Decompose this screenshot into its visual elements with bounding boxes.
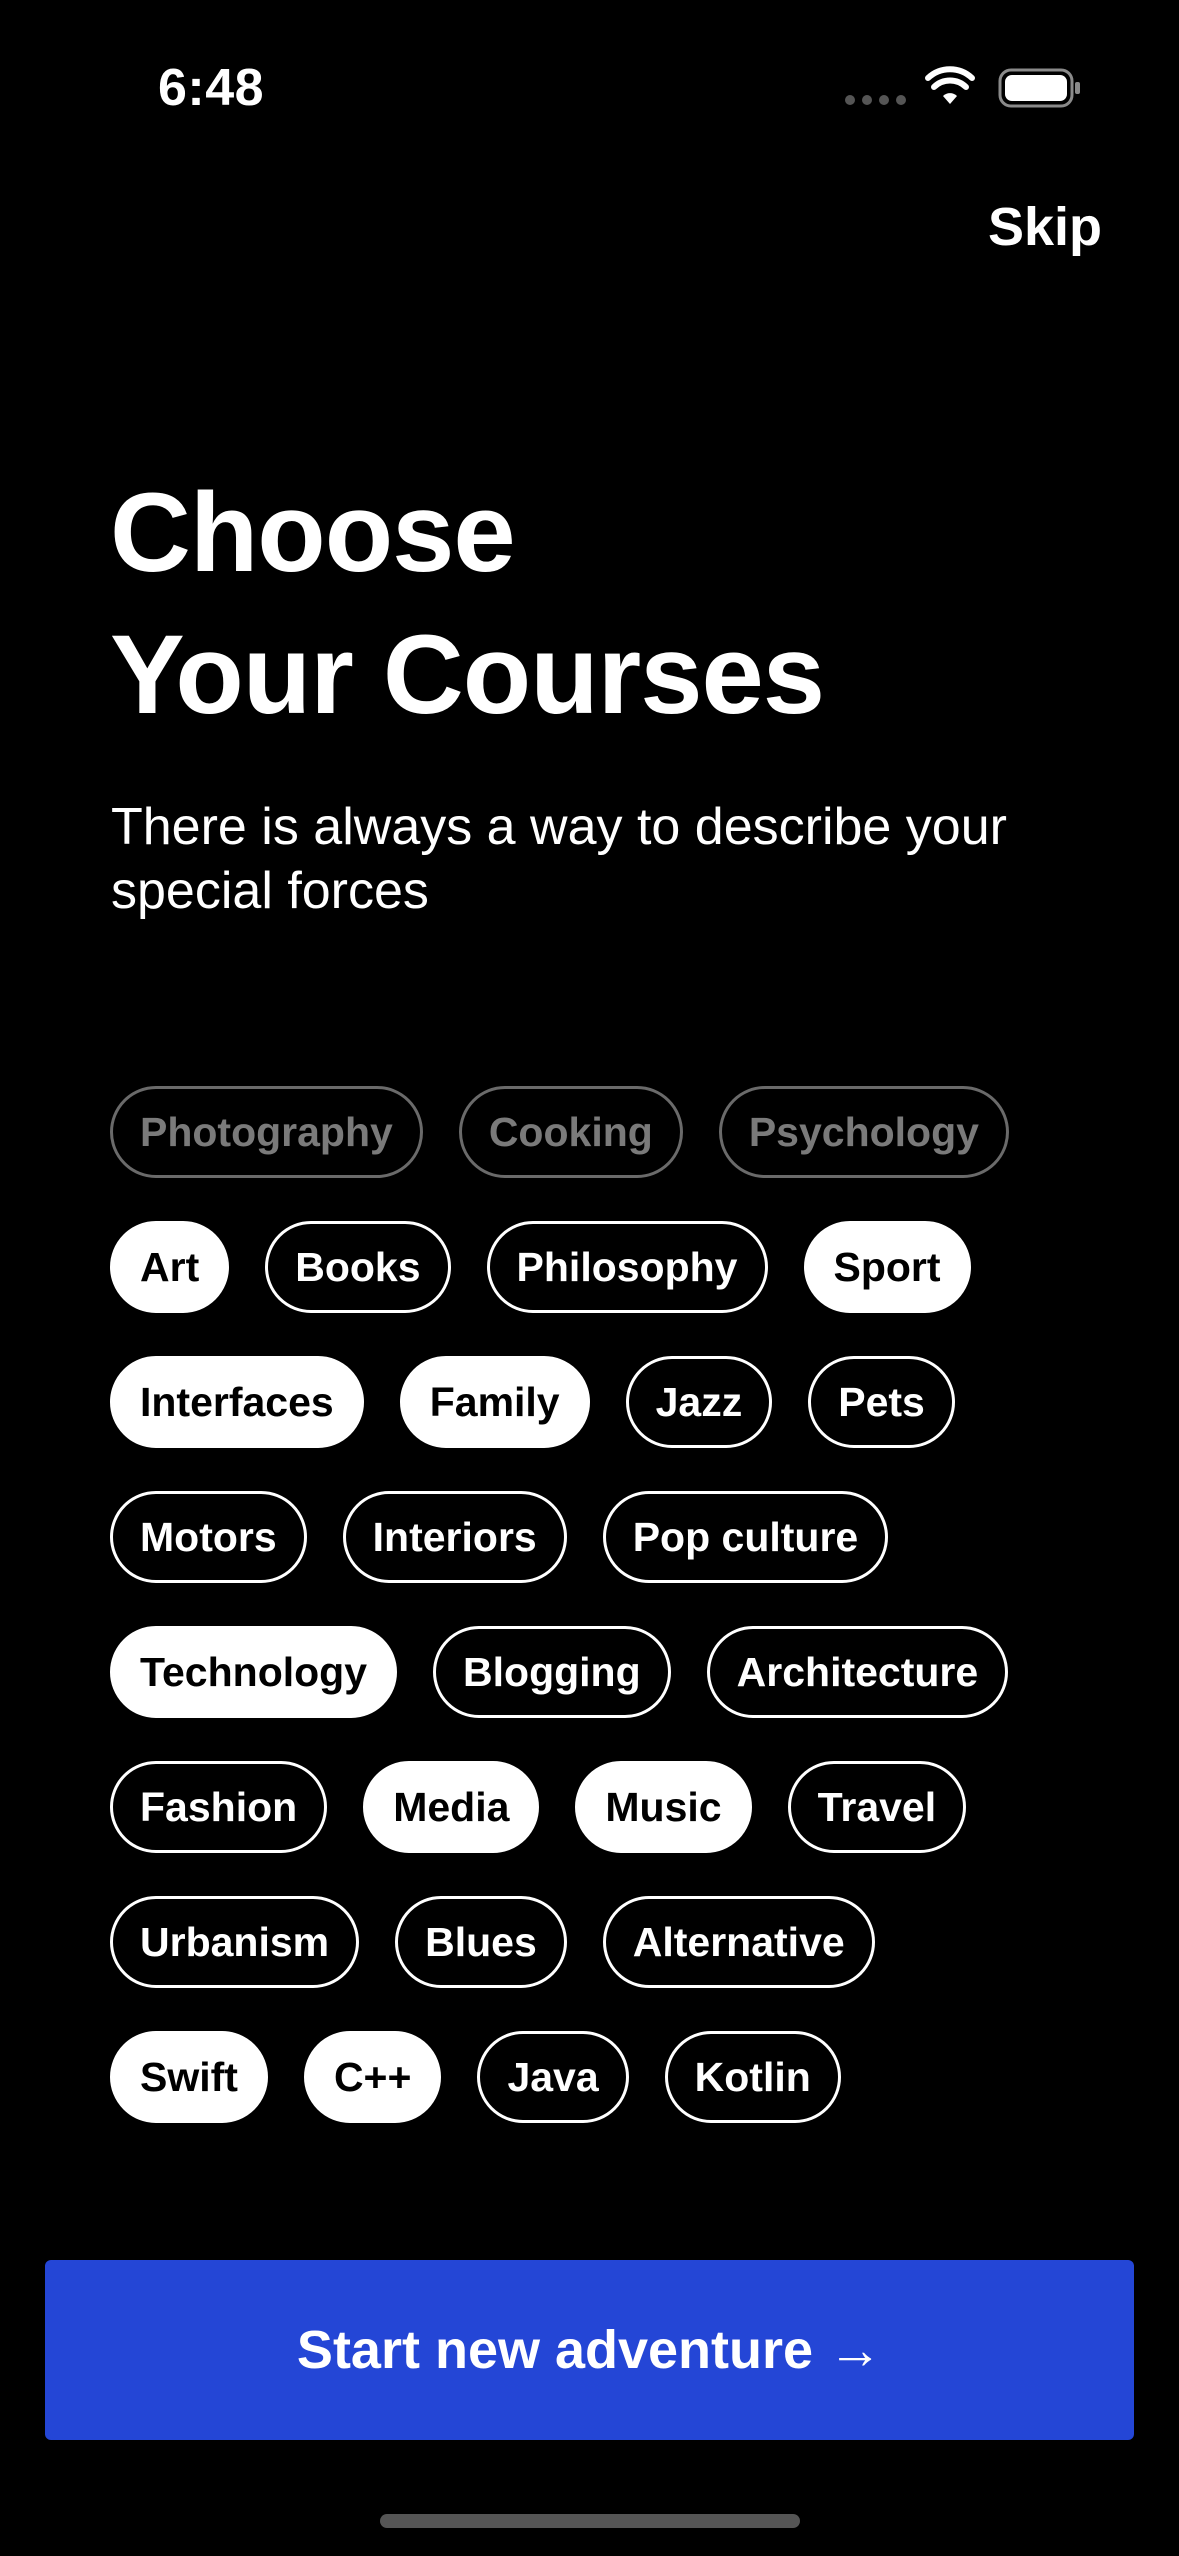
- battery-icon: [998, 68, 1080, 108]
- course-chip[interactable]: Family: [399, 1356, 590, 1448]
- course-chip[interactable]: Interfaces: [110, 1356, 364, 1448]
- chip-row: Technology Blogging Architecture: [110, 1626, 1090, 1718]
- course-chip[interactable]: Interiors: [342, 1491, 567, 1583]
- status-time: 6:48: [158, 59, 265, 117]
- course-chip-list: Photography Cooking Psychology Art Books…: [110, 1086, 1090, 2166]
- course-chip[interactable]: Travel: [787, 1761, 967, 1853]
- course-chip[interactable]: C++: [303, 2031, 442, 2123]
- course-chip[interactable]: Alternative: [602, 1896, 875, 1988]
- chip-row: Interfaces Family Jazz Pets: [110, 1356, 1090, 1448]
- course-chip[interactable]: Architecture: [706, 1626, 1009, 1718]
- course-chip[interactable]: Sport: [803, 1221, 971, 1313]
- home-indicator[interactable]: [380, 2514, 800, 2528]
- course-chip[interactable]: Urbanism: [110, 1896, 360, 1988]
- course-chip[interactable]: Kotlin: [664, 2031, 841, 2123]
- course-chip[interactable]: Music: [575, 1761, 752, 1853]
- course-chip[interactable]: Pets: [808, 1356, 955, 1448]
- course-chip[interactable]: Java: [477, 2031, 629, 2123]
- chip-row: Swift C++ Java Kotlin: [110, 2031, 1090, 2123]
- skip-button[interactable]: Skip: [988, 196, 1102, 258]
- course-chip[interactable]: Pop culture: [602, 1491, 889, 1583]
- chip-row: Motors Interiors Pop culture: [110, 1491, 1090, 1583]
- course-chip[interactable]: Blues: [395, 1896, 567, 1988]
- wifi-icon: [925, 66, 975, 104]
- page-subtitle: There is always a way to describe your s…: [111, 798, 1007, 920]
- course-chip[interactable]: Media: [363, 1761, 540, 1853]
- course-chip[interactable]: Blogging: [433, 1626, 671, 1718]
- status-bar: 6:48: [0, 0, 1179, 170]
- page-title: Choose Your Courses: [110, 462, 825, 746]
- chip-row: Photography Cooking Psychology: [110, 1086, 1090, 1178]
- course-chip[interactable]: Philosophy: [486, 1221, 768, 1313]
- course-chip[interactable]: Swift: [110, 2031, 268, 2123]
- signal-dots-icon: [845, 95, 906, 105]
- course-chip[interactable]: Books: [265, 1221, 451, 1313]
- page-title-line2: Your Courses: [110, 612, 825, 737]
- chip-row: Fashion Media Music Travel: [110, 1761, 1090, 1853]
- page-title-line1: Choose: [110, 470, 516, 595]
- course-chip[interactable]: Art: [110, 1221, 230, 1313]
- chip-row: Urbanism Blues Alternative: [110, 1896, 1090, 1988]
- course-chip[interactable]: Fashion: [110, 1761, 328, 1853]
- start-adventure-button[interactable]: Start new adventure →: [45, 2260, 1134, 2440]
- course-chip[interactable]: Cooking: [458, 1086, 683, 1178]
- course-chip[interactable]: Photography: [110, 1086, 423, 1178]
- course-chip[interactable]: Jazz: [625, 1356, 773, 1448]
- course-chip[interactable]: Psychology: [718, 1086, 1009, 1178]
- course-chip[interactable]: Motors: [110, 1491, 307, 1583]
- chip-row: Art Books Philosophy Sport: [110, 1221, 1090, 1313]
- course-chip[interactable]: Technology: [110, 1626, 398, 1718]
